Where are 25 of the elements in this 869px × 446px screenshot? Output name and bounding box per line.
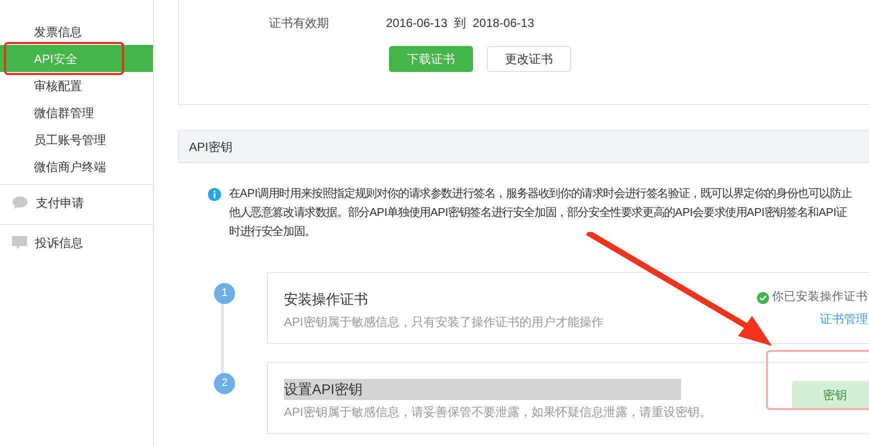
step-title: 安装操作证书 <box>284 290 369 309</box>
sidebar-item[interactable]: 审核配置 <box>0 72 153 99</box>
step-number: 2 <box>214 373 235 394</box>
change-button[interactable]: 更改证书 <box>487 46 571 72</box>
info-icon <box>208 188 221 201</box>
sidebar-item[interactable]: 员工账号管理 <box>0 126 153 153</box>
status-text: 你已安装操作证书 <box>772 290 868 305</box>
step-description: API密钥属于敏感信息，请妥善保管不要泄露，如果怀疑信息泄露，请重设密钥。 <box>284 404 712 421</box>
step-title: 设置API密钥 <box>284 379 681 400</box>
step-number: 1 <box>214 283 235 304</box>
sidebar-item[interactable]: 微信群管理 <box>0 99 153 126</box>
sidebar-item[interactable]: 发票信息 <box>0 18 153 45</box>
section-header: API密钥 <box>178 130 869 163</box>
notice-text: 时进行安全加固。 <box>229 224 316 240</box>
field-label: 证书有效期 <box>269 15 330 32</box>
chat-bubble-icon <box>12 196 28 210</box>
notice-text: 在API调用时用来按照指定规则对你的请求参数进行签名，服务器收到你的请求时会进行签名验证，既可以界定你的身份也可以防止 <box>229 186 852 202</box>
sidebar-section[interactable]: 投诉信息 <box>35 234 83 252</box>
date-range: 2016-06-13 到 2018-06-13 <box>386 15 534 32</box>
message-icon <box>12 236 27 250</box>
check-circle-icon <box>757 292 769 304</box>
notice-text: 他人恶意篡改请求数据。部分API单独使用API密钥签名进行安全加固，部分安全性要求更高的API会要求使用API密钥签名和API证 <box>229 205 847 221</box>
sidebar-item[interactable]: 微信商户终端 <box>0 153 153 180</box>
step-description: API密钥属于敏感信息，只有安装了操作证书的用户才能操作 <box>284 314 604 331</box>
sidebar-section[interactable]: 支付申请 <box>36 194 84 212</box>
